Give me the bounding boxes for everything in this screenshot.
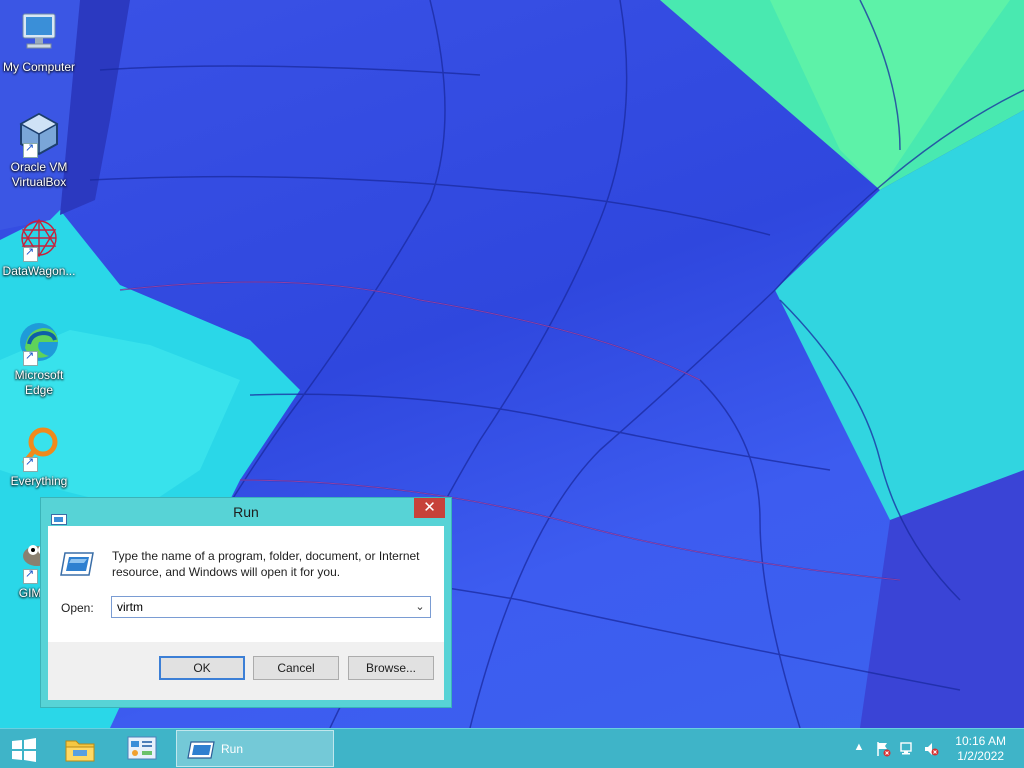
system-clock[interactable]: 10:16 AM 1/2/2022 xyxy=(955,734,1006,764)
chevron-down-icon[interactable]: ⌄ xyxy=(413,597,427,617)
shortcut-arrow-icon xyxy=(23,141,38,158)
clock-time: 10:16 AM xyxy=(955,734,1006,748)
folder-icon xyxy=(65,740,95,762)
run-dialog-title: Run xyxy=(233,504,259,520)
start-button[interactable] xyxy=(10,738,38,762)
desktop-icon-my-computer[interactable]: My Computer xyxy=(0,10,78,75)
windows-logo-icon xyxy=(12,738,36,762)
cancel-button[interactable]: Cancel xyxy=(253,656,339,680)
edge-icon xyxy=(15,318,63,366)
open-combobox[interactable]: ⌄ xyxy=(111,596,431,618)
open-input[interactable] xyxy=(112,597,407,617)
taskbar-run-label: Run xyxy=(221,742,244,756)
run-program-icon xyxy=(60,552,94,576)
everything-search-icon xyxy=(15,424,63,472)
shortcut-arrow-icon xyxy=(23,245,38,262)
run-dialog-content: Type the name of a program, folder, docu… xyxy=(48,526,444,642)
run-icon xyxy=(187,741,215,759)
run-dialog-body: Type the name of a program, folder, docu… xyxy=(48,526,444,700)
computer-icon xyxy=(15,10,63,58)
desktop-icon-edge[interactable]: MicrosoftEdge xyxy=(0,318,78,398)
run-dialog-titlebar[interactable]: Run xyxy=(41,498,451,526)
desktop-icon-everything[interactable]: Everything xyxy=(0,424,78,489)
datawagon-icon xyxy=(15,214,63,262)
shortcut-arrow-icon xyxy=(23,349,38,366)
network-icon[interactable] xyxy=(898,741,916,757)
taskbar-run-button[interactable]: Run xyxy=(176,730,334,767)
shortcut-arrow-icon xyxy=(23,567,38,584)
run-icon xyxy=(51,506,67,525)
desktop-icon-datawagon[interactable]: DataWagon... xyxy=(0,214,78,279)
taskbar-control-panel[interactable] xyxy=(122,733,166,765)
run-dialog: Run ✕ Type the name of a program, folder… xyxy=(40,497,452,708)
close-icon: ✕ xyxy=(423,499,436,516)
browse-button[interactable]: Browse... xyxy=(348,656,434,680)
volume-muted-icon[interactable] xyxy=(922,741,940,757)
virtualbox-icon xyxy=(15,110,63,158)
close-button[interactable]: ✕ xyxy=(414,498,445,518)
clock-date: 1/2/2022 xyxy=(957,749,1004,763)
control-panel-icon xyxy=(127,736,157,760)
open-label: Open: xyxy=(61,601,94,615)
taskbar: Run ▲ 10:16 AM 1/2/2022 xyxy=(0,728,1024,768)
ok-button[interactable]: OK xyxy=(159,656,245,680)
desktop-icon-virtualbox[interactable]: Oracle VMVirtualBox xyxy=(0,110,78,190)
run-description: Type the name of a program, folder, docu… xyxy=(112,549,420,579)
desktop: My Computer Oracle VMVirtualBox xyxy=(0,0,1024,728)
taskbar-file-explorer[interactable] xyxy=(60,733,104,765)
show-hidden-icons-arrow[interactable]: ▲ xyxy=(850,741,868,757)
shortcut-arrow-icon xyxy=(23,455,38,472)
action-center-flag-icon[interactable] xyxy=(874,741,892,757)
